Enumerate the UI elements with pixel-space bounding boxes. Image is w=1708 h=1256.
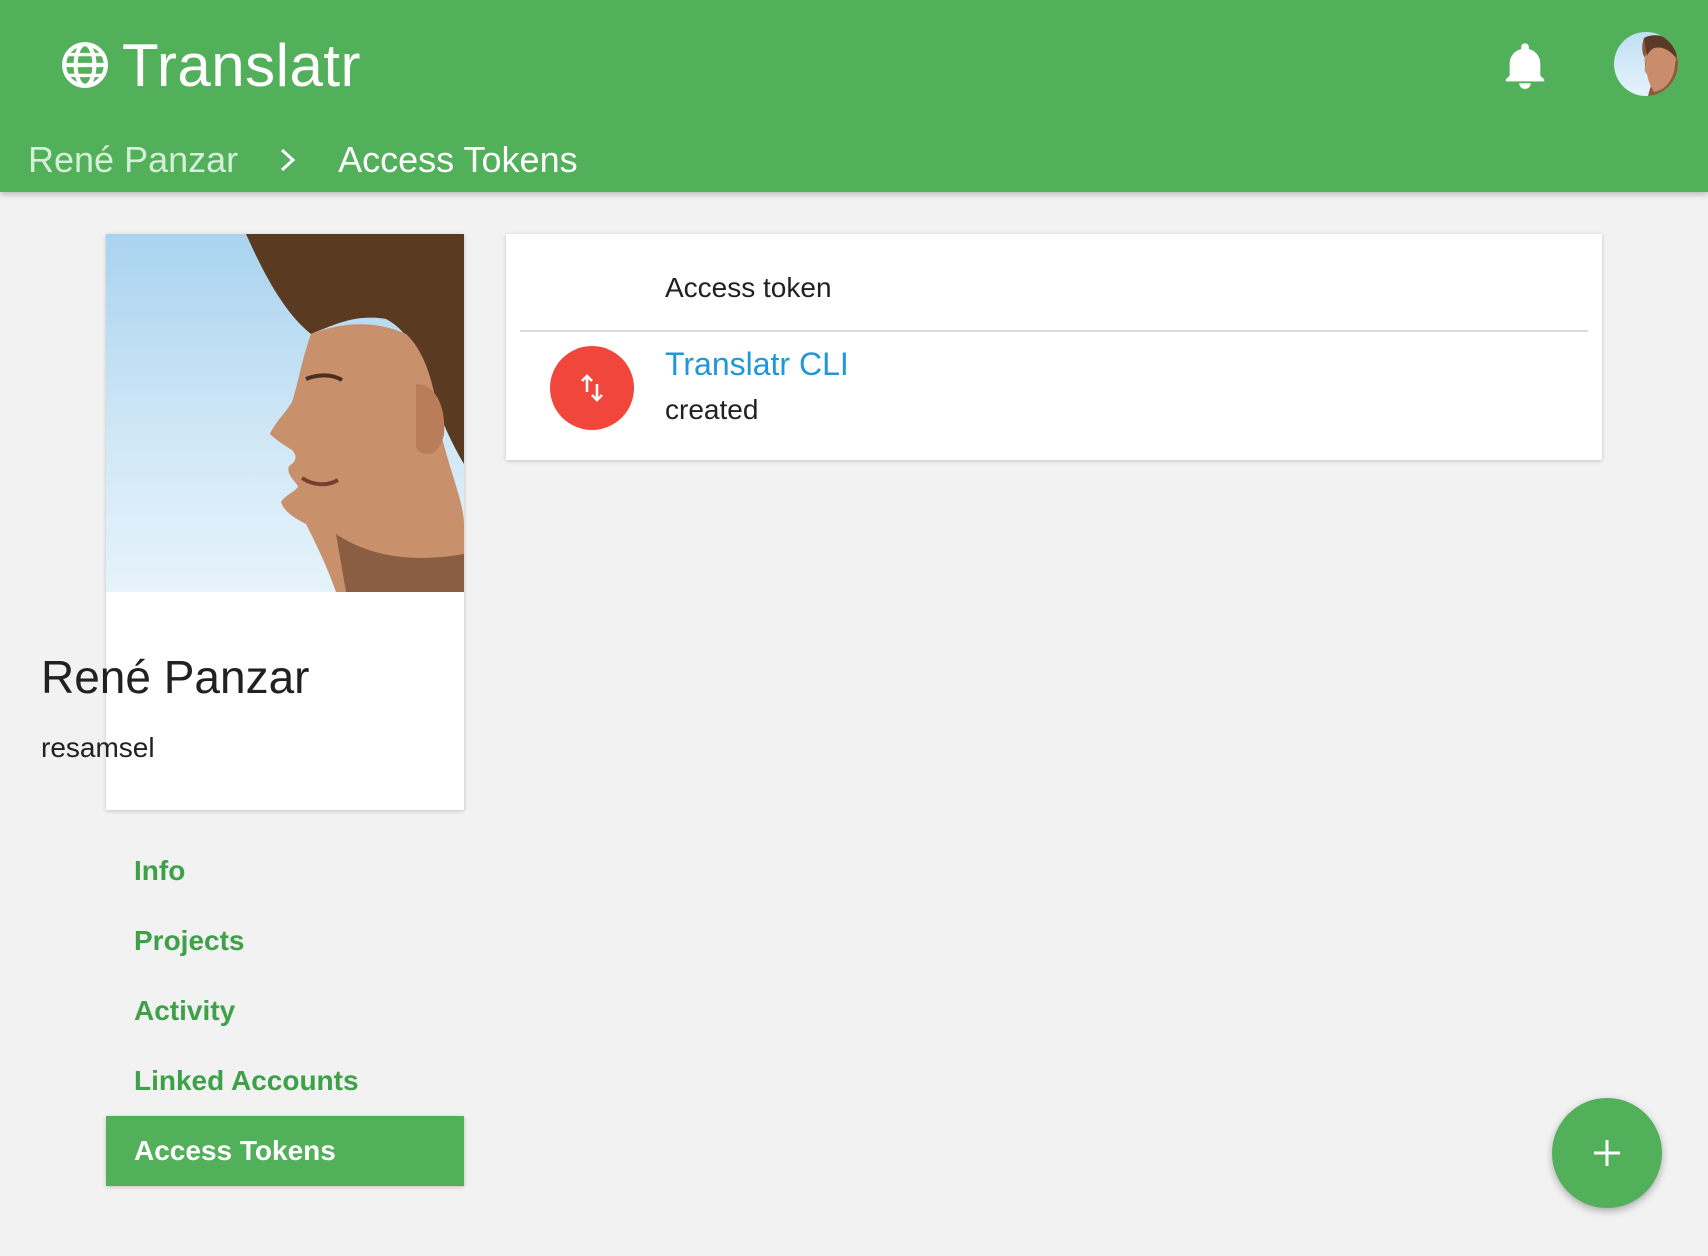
brand[interactable]: Translatr xyxy=(60,30,361,100)
token-status: created xyxy=(665,394,759,425)
breadcrumb-parent[interactable]: René Panzar xyxy=(28,139,238,181)
chevron-right-icon xyxy=(281,148,296,172)
breadcrumb: René Panzar Access Tokens xyxy=(28,136,578,184)
profile-card xyxy=(106,234,464,810)
plus-icon xyxy=(1594,1140,1620,1166)
app-bar: Translatr René Panzar Access Tokens xyxy=(0,0,1708,192)
nav-item-linked-accounts[interactable]: Linked Accounts xyxy=(106,1046,464,1116)
add-token-button[interactable] xyxy=(1552,1098,1662,1208)
profile-photo xyxy=(106,234,464,592)
profile-name: René Panzar xyxy=(41,651,310,703)
nav-item-access-tokens[interactable]: Access Tokens xyxy=(106,1116,464,1186)
profile-nav: Info Projects Activity Linked Accounts A… xyxy=(106,836,464,1186)
app-title: Translatr xyxy=(122,31,361,99)
nav-item-projects[interactable]: Projects xyxy=(106,906,464,976)
breadcrumb-current: Access Tokens xyxy=(338,139,578,180)
user-avatar[interactable] xyxy=(1614,32,1678,96)
globe-icon xyxy=(62,42,108,88)
token-name-link[interactable]: Translatr CLI xyxy=(665,346,849,383)
nav-item-activity[interactable]: Activity xyxy=(106,976,464,1046)
access-tokens-card: Access token Translatr CLI created xyxy=(506,234,1602,460)
nav-item-info[interactable]: Info xyxy=(106,836,464,906)
profile-username: resamsel xyxy=(41,732,155,763)
token-avatar xyxy=(550,346,634,430)
divider xyxy=(520,330,1588,332)
tokens-list-header: Access token xyxy=(665,272,832,303)
bell-icon[interactable] xyxy=(1502,40,1548,92)
swap-vert-icon xyxy=(581,374,603,402)
